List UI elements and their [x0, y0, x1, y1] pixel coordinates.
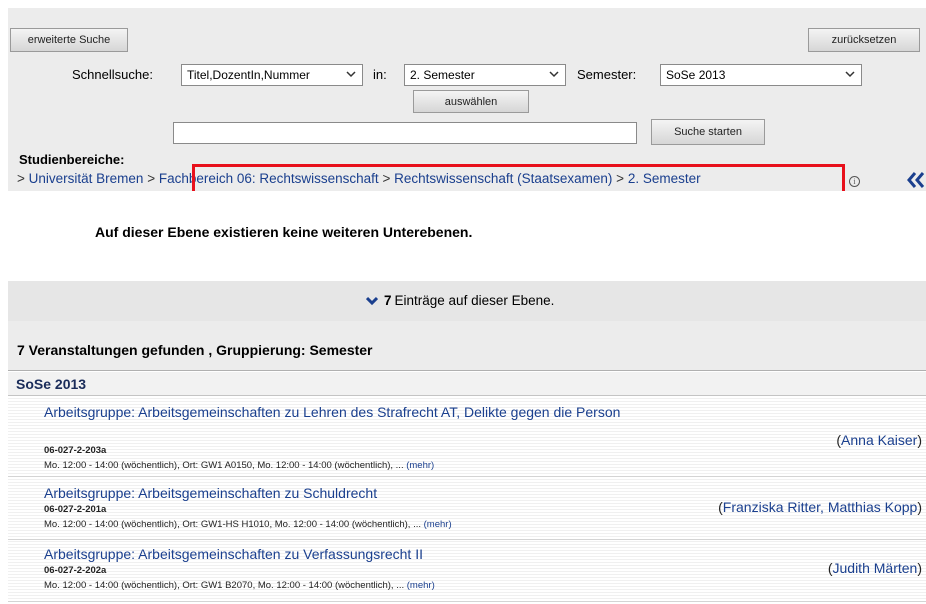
quick-search-field-select[interactable]: Titel,DozentIn,Nummer [181, 64, 363, 86]
extended-search-button[interactable]: erweiterte Suche [10, 28, 128, 52]
in-label: in: [373, 67, 387, 82]
course-time: Mo. 12:00 - 14:00 (wöchentlich), Ort: GW… [44, 519, 452, 530]
semester-select[interactable]: SoSe 2013 [660, 64, 862, 86]
course-title-link[interactable]: Arbeitsgruppe: Arbeitsgemeinschaften zu … [44, 403, 684, 421]
course-time: Mo. 12:00 - 14:00 (wöchentlich), Ort: GW… [44, 460, 434, 471]
list-item: Arbeitsgruppe: Arbeitsgemeinschaften zu … [8, 540, 926, 602]
course-persons: (Judith Märten) [827, 560, 922, 576]
breadcrumb-separator: > [143, 171, 159, 186]
reset-button[interactable]: zurücksetzen [808, 28, 920, 52]
chevron-down-icon [549, 71, 559, 78]
list-item: Arbeitsgruppe: Arbeitsgemeinschaften zu … [8, 477, 926, 540]
semester-label: Semester: [577, 67, 637, 82]
quick-search-label: Schnellsuche: [72, 67, 153, 82]
entries-text: Einträge auf dieser Ebene. [394, 293, 555, 308]
course-time: Mo. 12:00 - 14:00 (wöchentlich), Ort: GW… [44, 580, 435, 591]
entries-toggle[interactable]: 7 Einträge auf dieser Ebene. [366, 293, 554, 308]
course-more-link[interactable]: (mehr) [407, 580, 435, 591]
study-areas-title: Studienbereiche: [19, 152, 125, 167]
level-select-value: 2. Semester [410, 68, 475, 82]
entries-count: 7 [384, 293, 392, 308]
semester-group-header: SoSe 2013 [8, 372, 926, 396]
course-number: 06-027-2-202a [44, 565, 107, 576]
level-select[interactable]: 2. Semester [404, 64, 566, 86]
double-chevron-left-icon[interactable] [905, 169, 926, 191]
breadcrumb-item-universitaet-bremen[interactable]: Universität Bremen [29, 171, 144, 186]
start-search-button[interactable]: Suche starten [651, 119, 765, 145]
chevron-down-icon [366, 296, 378, 305]
quick-search-field-value: Titel,DozentIn,Nummer [187, 68, 310, 82]
course-title-link[interactable]: Arbeitsgruppe: Arbeitsgemeinschaften zu … [44, 545, 684, 563]
no-sublevels-message: Auf dieser Ebene existieren keine weiter… [95, 224, 473, 240]
course-persons: (Franziska Ritter, Matthias Kopp) [718, 499, 922, 515]
course-number: 06-027-2-201a [44, 504, 107, 515]
course-title-link[interactable]: Arbeitsgruppe: Arbeitsgemeinschaften zu … [44, 484, 684, 502]
results-summary: 7 Veranstaltungen gefunden , Gruppierung… [17, 342, 373, 358]
course-persons-link[interactable]: Judith Märten [833, 560, 918, 576]
list-item: Arbeitsgruppe: Arbeitsgemeinschaften zu … [8, 397, 926, 477]
semester-select-value: SoSe 2013 [666, 68, 726, 82]
search-input[interactable] [173, 122, 637, 144]
chevron-down-icon [845, 71, 855, 78]
course-persons-link[interactable]: Anna Kaiser [841, 432, 917, 448]
course-number: 06-027-2-203a [44, 445, 107, 456]
course-more-link[interactable]: (mehr) [424, 519, 452, 530]
select-button[interactable]: auswählen [413, 90, 529, 113]
chevron-down-icon [346, 71, 356, 78]
course-time-text: Mo. 12:00 - 14:00 (wöchentlich), Ort: GW… [44, 460, 404, 471]
breadcrumb-separator: > [17, 171, 29, 186]
course-time-text: Mo. 12:00 - 14:00 (wöchentlich), Ort: GW… [44, 580, 405, 591]
info-icon[interactable]: i [849, 176, 860, 187]
course-persons: (Anna Kaiser) [836, 432, 922, 448]
course-persons-link[interactable]: Franziska Ritter, Matthias Kopp [723, 499, 918, 515]
course-more-link[interactable]: (mehr) [406, 460, 434, 471]
course-time-text: Mo. 12:00 - 14:00 (wöchentlich), Ort: GW… [44, 519, 421, 530]
